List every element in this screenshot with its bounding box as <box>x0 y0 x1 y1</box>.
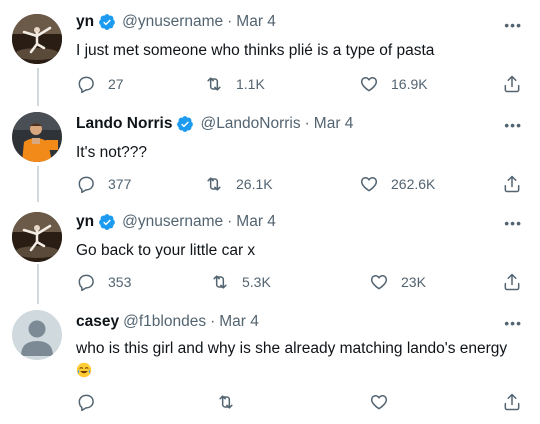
avatar[interactable] <box>12 310 62 360</box>
like-count: 16.9K <box>391 76 428 92</box>
share-icon <box>504 175 520 193</box>
like-button[interactable]: 16.9K <box>359 74 428 94</box>
avatar[interactable] <box>12 212 62 262</box>
verified-badge-icon <box>177 116 194 132</box>
more-options-icon[interactable]: ••• <box>504 118 522 132</box>
tweet-header: yn @ynusername · Mar 4 <box>76 12 276 32</box>
default-profile-icon <box>12 310 62 360</box>
tweet[interactable]: casey @f1blondes · Mar 4 ••• who is this… <box>0 302 540 424</box>
tweet-header: Lando Norris @LandoNorris · Mar 4 <box>76 114 353 134</box>
reply-button[interactable] <box>76 392 108 412</box>
user-handle[interactable]: @f1blondes <box>123 312 206 332</box>
retweet-count: 26.1K <box>236 176 273 192</box>
retweet-button[interactable]: 26.1K <box>204 174 273 194</box>
tweet[interactable]: Lando Norris @LandoNorris · Mar 4 ••• It… <box>0 104 540 202</box>
share-button[interactable] <box>502 392 522 412</box>
display-name[interactable]: casey <box>76 312 119 332</box>
retweet-icon <box>213 275 227 289</box>
crying-laughing-emoji-icon <box>76 362 92 378</box>
tweet-actions <box>76 392 524 414</box>
user-handle[interactable]: @ynusername <box>122 212 223 232</box>
ballet-dancer-photo-icon <box>12 212 62 262</box>
separator-dot: · <box>210 313 216 330</box>
avatar[interactable] <box>12 112 62 162</box>
tweet[interactable]: yn @ynusername · Mar 4 ••• Go back to yo… <box>0 202 540 302</box>
user-handle[interactable]: @LandoNorris <box>200 114 300 134</box>
tweet-header: yn @ynusername · Mar 4 <box>76 212 276 232</box>
display-name[interactable]: Lando Norris <box>76 114 172 134</box>
retweet-count: 5.3K <box>242 274 271 290</box>
reply-count: 353 <box>108 274 132 290</box>
more-options-icon[interactable]: ••• <box>504 18 522 32</box>
reply-icon <box>78 394 94 412</box>
tweet-date[interactable]: Mar 4 <box>236 212 276 232</box>
ballet-dancer-photo-icon <box>12 14 62 64</box>
separator-dot: · <box>227 213 233 230</box>
heart-icon <box>370 275 388 290</box>
verified-badge-icon <box>99 14 115 30</box>
user-handle[interactable]: @ynusername <box>122 12 223 32</box>
separator-dot: · <box>227 13 233 30</box>
tweet-text: who is this girl and why is she already … <box>76 338 516 380</box>
like-button[interactable]: 262.6K <box>359 174 435 194</box>
reply-button[interactable]: 353 <box>76 272 131 292</box>
share-icon <box>504 273 520 291</box>
heart-icon <box>360 77 378 92</box>
tweet-text-content: who is this girl and why is she already … <box>76 340 508 357</box>
reply-icon <box>78 76 94 94</box>
tweet-date[interactable]: Mar 4 <box>219 312 259 332</box>
tweet-header: casey @f1blondes · Mar 4 <box>76 312 259 332</box>
reply-count: 377 <box>108 176 132 192</box>
more-options-icon[interactable]: ••• <box>504 316 522 330</box>
share-icon <box>504 75 520 93</box>
tweet-date[interactable]: Mar 4 <box>236 12 276 32</box>
more-options-icon[interactable]: ••• <box>504 216 522 230</box>
heart-icon <box>360 177 378 192</box>
like-count: 23K <box>401 274 426 290</box>
share-icon <box>504 393 520 411</box>
avatar[interactable] <box>12 14 62 64</box>
retweet-count: 1.1K <box>236 76 265 92</box>
heart-icon <box>370 395 388 410</box>
racing-driver-photo-icon <box>12 112 62 162</box>
reply-count: 27 <box>108 76 124 92</box>
tweet[interactable]: yn @ynusername · Mar 4 ••• I just met so… <box>0 0 540 104</box>
display-name[interactable]: yn <box>76 212 94 232</box>
retweet-icon <box>207 77 221 91</box>
reply-icon <box>78 176 94 194</box>
reply-icon <box>78 274 94 292</box>
verified-badge-icon <box>99 214 115 230</box>
like-button[interactable] <box>369 392 401 412</box>
retweet-button[interactable]: 1.1K <box>204 74 265 94</box>
retweet-button[interactable]: 5.3K <box>210 272 271 292</box>
tweet-text: It's not??? <box>76 144 148 161</box>
reply-button[interactable]: 27 <box>76 74 124 94</box>
retweet-button[interactable] <box>216 392 248 412</box>
like-button[interactable]: 23K <box>369 272 426 292</box>
retweet-icon <box>207 177 221 191</box>
share-button[interactable] <box>502 174 522 194</box>
separator-dot: · <box>304 115 310 132</box>
retweet-icon <box>219 395 233 409</box>
tweet-text: Go back to your little car x <box>76 242 256 259</box>
like-count: 262.6K <box>391 176 436 192</box>
tweet-text: I just met someone who thinks plié is a … <box>76 42 435 59</box>
tweet-actions: 353 5.3K 23K <box>76 272 524 294</box>
tweet-date[interactable]: Mar 4 <box>314 114 354 134</box>
reply-button[interactable]: 377 <box>76 174 131 194</box>
share-button[interactable] <box>502 74 522 94</box>
tweet-actions: 27 1.1K 16.9K <box>76 74 524 96</box>
display-name[interactable]: yn <box>76 12 94 32</box>
share-button[interactable] <box>502 272 522 292</box>
tweet-actions: 377 26.1K 262.6K <box>76 174 524 196</box>
